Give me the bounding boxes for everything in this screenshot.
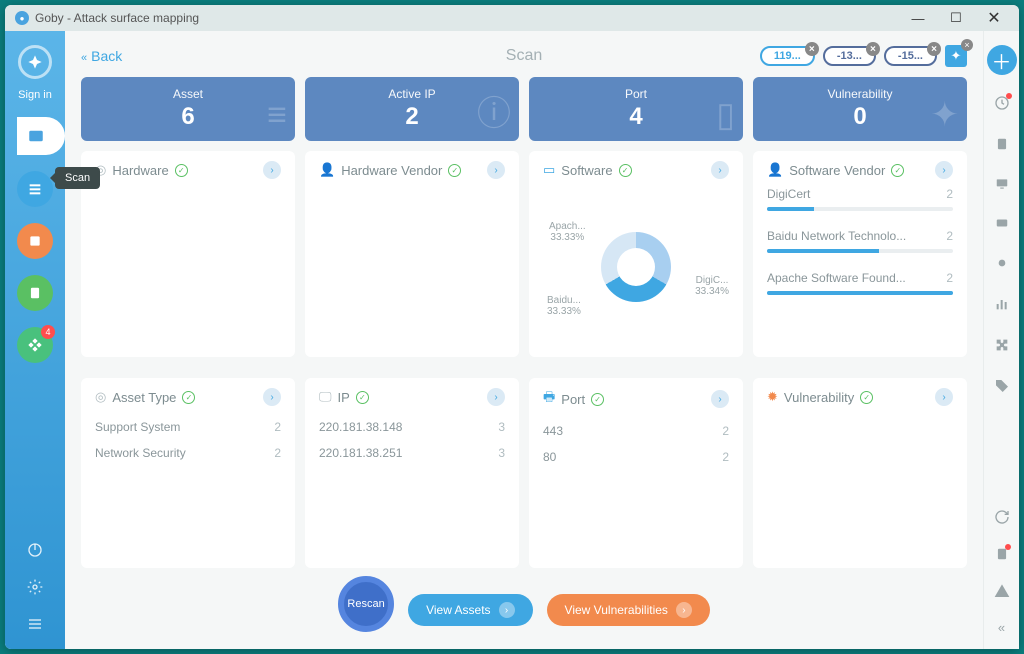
check-icon: ✓ [591, 393, 604, 406]
expand-button[interactable]: › [263, 388, 281, 406]
sidebar-item-scan[interactable] [17, 117, 65, 155]
expand-button[interactable]: › [487, 388, 505, 406]
puzzle-icon[interactable] [994, 337, 1010, 358]
refresh-icon[interactable] [994, 509, 1010, 530]
ip-badge-icon[interactable] [994, 216, 1010, 235]
list-item[interactable]: Network Security2 [95, 440, 281, 466]
compass-icon[interactable] [18, 45, 52, 79]
bug-icon: ✦ [931, 95, 960, 135]
warning-icon[interactable] [994, 583, 1010, 604]
view-assets-button[interactable]: View Assets› [408, 594, 532, 626]
software-donut-chart [601, 232, 671, 302]
vendor-row[interactable]: Apache Software Found...2 [767, 271, 953, 295]
tag-icon[interactable] [994, 378, 1010, 399]
stat-port[interactable]: Port 4 ▯ [529, 77, 743, 141]
minimize-button[interactable]: — [903, 8, 933, 28]
panel-port: 🖶 Port ✓ › 4432 802 [529, 378, 743, 568]
vendor-row[interactable]: DigiCert2 [767, 187, 953, 211]
window-title: Goby - Attack surface mapping [35, 11, 199, 25]
collapse-icon[interactable]: « [998, 620, 1005, 635]
check-icon: ✓ [891, 164, 904, 177]
stat-active-ip[interactable]: Active IP 2 ⓘ [305, 77, 519, 141]
monitor-icon: 🖵 [319, 389, 332, 405]
panel-vulnerability: ✹ Vulnerability ✓ › [753, 378, 967, 568]
gear-icon[interactable] [27, 579, 43, 600]
sign-in-link[interactable]: Sign in [18, 89, 52, 101]
check-icon: ✓ [860, 391, 873, 404]
panel-software-vendor: 👤 Software Vendor ✓ › DigiCert2 Baidu Ne… [753, 151, 967, 357]
donut-label-apache: Apach...33.33% [549, 221, 586, 243]
check-icon: ✓ [448, 164, 461, 177]
arrow-right-icon: › [499, 602, 515, 618]
expand-button[interactable]: › [935, 161, 953, 179]
panel-ip: 🖵 IP ✓ › 220.181.38.1483 220.181.38.2513 [305, 378, 519, 568]
titlebar: ● Goby - Attack surface mapping — ☐ ✕ [5, 5, 1019, 31]
check-icon: ✓ [182, 391, 195, 404]
target-icon: ◎ [95, 389, 106, 405]
filter-icon[interactable]: ✦ [945, 45, 967, 67]
check-icon: ✓ [356, 391, 369, 404]
expand-button[interactable]: › [263, 161, 281, 179]
panel-hardware-vendor: 👤 Hardware Vendor ✓ › [305, 151, 519, 357]
sidebar-item-plugin[interactable]: 4 [17, 327, 53, 363]
clock-icon[interactable] [994, 95, 1010, 116]
view-vulnerabilities-button[interactable]: View Vulnerabilities› [547, 594, 710, 626]
ip-icon: ⓘ [477, 86, 511, 135]
log-icon[interactable] [995, 546, 1009, 567]
close-button[interactable]: ✕ [979, 8, 1009, 28]
arrow-right-icon: › [676, 602, 692, 618]
printer-icon: 🖶 [543, 388, 555, 410]
bug-icon: ✹ [767, 389, 778, 405]
app-icon: ● [15, 11, 29, 25]
donut-label-digicert: DigiC...33.34% [695, 275, 729, 297]
maximize-button[interactable]: ☐ [941, 8, 971, 28]
panel-hardware: ◎ Hardware ✓ › [81, 151, 295, 357]
filter-pill-3[interactable]: -15... [884, 46, 937, 66]
layers-icon: ≡ [267, 96, 287, 135]
stat-asset[interactable]: Asset 6 ≡ [81, 77, 295, 141]
rescan-button[interactable]: Rescan [338, 576, 394, 632]
donut-label-baidu: Baidu...33.33% [547, 295, 581, 317]
port-icon: ▯ [716, 95, 735, 135]
chart-icon[interactable] [994, 296, 1010, 317]
expand-button[interactable]: › [711, 390, 729, 408]
list-item[interactable]: 802 [543, 444, 729, 470]
filter-pill-2[interactable]: -13... [823, 46, 876, 66]
check-icon: ✓ [619, 164, 632, 177]
back-button[interactable]: «Back [81, 48, 122, 64]
sidebar-item-report[interactable] [17, 275, 53, 311]
right-sidebar: ＋ [983, 31, 1019, 649]
vendor-icon: 👤 [319, 162, 335, 178]
filter-pill-1[interactable]: 119... [760, 46, 815, 66]
bug-icon[interactable] [994, 255, 1010, 276]
main-content: «Back Scan 119... -13... -15... ✦ Asset … [65, 31, 983, 649]
panel-asset-type: ◎ Asset Type ✓ › Support System2 Network… [81, 378, 295, 568]
list-item[interactable]: 220.181.38.2513 [319, 440, 505, 466]
window-icon: ▭ [543, 162, 555, 178]
sidebar-item-list[interactable] [17, 171, 53, 207]
list-item[interactable]: 220.181.38.1483 [319, 414, 505, 440]
monitor-icon[interactable] [994, 177, 1010, 196]
expand-button[interactable]: › [711, 161, 729, 179]
list-item[interactable]: 4432 [543, 418, 729, 444]
vendor-icon: 👤 [767, 162, 783, 178]
page-title: Scan [506, 47, 542, 65]
page-icon[interactable] [995, 136, 1009, 157]
sidebar-badge: 4 [41, 325, 55, 339]
left-sidebar: Sign in Scan 4 [5, 31, 65, 649]
panel-software: ▭ Software ✓ › Apach...33.33% DigiC...33… [529, 151, 743, 357]
menu-icon[interactable] [27, 616, 43, 637]
scan-tooltip: Scan [55, 167, 100, 189]
vendor-row[interactable]: Baidu Network Technolo...2 [767, 229, 953, 253]
stat-vulnerability[interactable]: Vulnerability 0 ✦ [753, 77, 967, 141]
sidebar-item-box[interactable] [17, 223, 53, 259]
list-item[interactable]: Support System2 [95, 414, 281, 440]
expand-button[interactable]: › [487, 161, 505, 179]
check-icon: ✓ [175, 164, 188, 177]
plus-button[interactable]: ＋ [987, 45, 1017, 75]
expand-button[interactable]: › [935, 388, 953, 406]
power-icon[interactable] [27, 542, 43, 563]
